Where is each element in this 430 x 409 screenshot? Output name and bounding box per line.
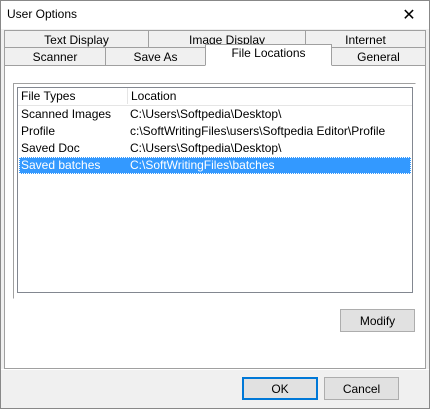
list-header: File Types Location	[18, 88, 412, 106]
cancel-button[interactable]: Cancel	[324, 377, 399, 400]
file-locations-panel: File Types Location Scanned Images C:\Us…	[4, 65, 426, 369]
modify-label: Modify	[359, 313, 396, 328]
file-type-cell: Profile	[21, 124, 56, 138]
tab-label: Text Display	[44, 32, 109, 47]
location-cell: C:\SoftWritingFiles\batches	[130, 158, 275, 172]
location-cell: C:\Users\Softpedia\Desktop\	[130, 107, 282, 121]
title-bar: User Options ✕	[1, 1, 429, 29]
tab-label: General	[357, 50, 400, 64]
tab-scanner[interactable]: Scanner	[4, 47, 106, 66]
tab-general[interactable]: General	[331, 47, 426, 66]
ok-button[interactable]: OK	[242, 377, 318, 400]
close-icon: ✕	[402, 7, 416, 24]
divider	[1, 369, 429, 370]
list-item-selected[interactable]: Saved batches C:\SoftWritingFiles\batche…	[19, 157, 411, 174]
file-type-cell: Saved Doc	[21, 141, 80, 155]
tab-label: Save As	[133, 50, 178, 64]
column-header-location[interactable]: Location	[128, 88, 412, 104]
tab-text-display[interactable]: Text Display	[4, 30, 149, 48]
cancel-label: Cancel	[342, 381, 381, 396]
file-type-cell: Scanned Images	[21, 107, 112, 121]
close-button[interactable]: ✕	[389, 1, 429, 29]
window-title: User Options	[7, 7, 78, 21]
list-item[interactable]: Profile c:\SoftWritingFiles\users\Softpe…	[19, 123, 411, 140]
user-options-dialog: User Options ✕ Text Display Image Displa…	[0, 0, 430, 409]
list-item[interactable]: Scanned Images C:\Users\Softpedia\Deskto…	[19, 106, 411, 123]
column-header-file-types[interactable]: File Types	[18, 88, 128, 104]
file-type-cell: Saved batches	[21, 158, 101, 172]
file-locations-list[interactable]: File Types Location Scanned Images C:\Us…	[17, 87, 413, 293]
list-item[interactable]: Saved Doc C:\Users\Softpedia\Desktop\	[19, 140, 411, 157]
location-cell: C:\Users\Softpedia\Desktop\	[130, 141, 282, 155]
modify-button[interactable]: Modify	[340, 309, 415, 332]
tab-save-as[interactable]: Save As	[105, 47, 206, 66]
ok-label: OK	[271, 381, 289, 396]
location-cell: c:\SoftWritingFiles\users\Softpedia Edit…	[130, 124, 386, 138]
tab-label: File Locations	[231, 46, 306, 60]
tab-label: Scanner	[32, 50, 78, 64]
tab-label: Internet	[345, 32, 386, 47]
tab-file-locations[interactable]: File Locations	[205, 44, 332, 66]
